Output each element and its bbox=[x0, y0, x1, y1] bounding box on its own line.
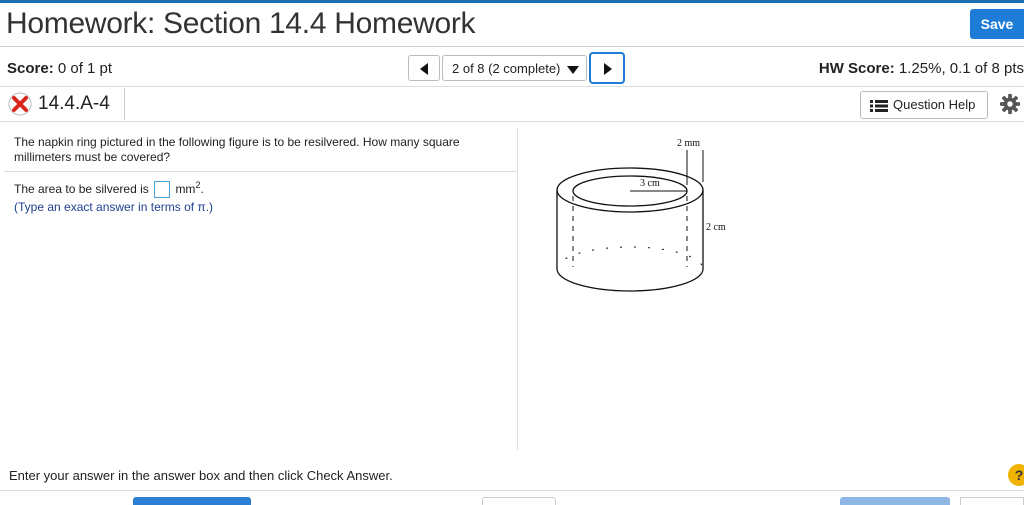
bottom-button-group[interactable] bbox=[960, 497, 1024, 505]
thickness-label: 2 mm bbox=[677, 138, 700, 149]
previous-question-button[interactable] bbox=[408, 55, 440, 81]
question-selector[interactable]: 2 of 8 (2 complete) bbox=[442, 55, 587, 81]
footer-instruction: Enter your answer in the answer box and … bbox=[9, 468, 393, 483]
help-icon[interactable]: ? bbox=[1008, 464, 1024, 486]
incorrect-x-icon bbox=[8, 92, 32, 116]
hw-score-display: HW Score: 1.25%, 0.1 of 8 pts bbox=[819, 60, 1024, 77]
check-answer-button[interactable] bbox=[840, 497, 950, 505]
answer-hint: (Type an exact answer in terms of π.) bbox=[14, 200, 214, 214]
question-position-label: 2 of 8 (2 complete) bbox=[452, 61, 561, 76]
divider bbox=[0, 490, 1024, 491]
answer-input[interactable] bbox=[154, 181, 171, 199]
answer-line: The area to be silvered is mm2. bbox=[14, 180, 204, 199]
height-label: 2 cm bbox=[706, 222, 726, 233]
bottom-secondary-button[interactable] bbox=[482, 497, 556, 505]
page-title: Homework: Section 14.4 Homework bbox=[6, 7, 476, 40]
question-help-button[interactable]: Question Help bbox=[860, 91, 988, 119]
divider bbox=[4, 171, 517, 172]
question-tab: 14.4.A-4 bbox=[4, 88, 125, 120]
question-help-label: Question Help bbox=[893, 97, 976, 112]
answer-prefix: The area to be silvered is bbox=[14, 182, 149, 196]
bottom-primary-button[interactable] bbox=[133, 497, 251, 505]
hw-score-label: HW Score: bbox=[818, 60, 895, 77]
next-question-button[interactable] bbox=[589, 52, 625, 84]
question-text: The napkin ring pictured in the followin… bbox=[14, 135, 460, 164]
score-label: Score: bbox=[7, 60, 54, 77]
divider bbox=[0, 46, 1024, 47]
caret-down-icon bbox=[567, 66, 579, 74]
gear-icon[interactable] bbox=[999, 93, 1021, 115]
score-value: 0 of 1 pt bbox=[57, 60, 113, 77]
question-id: 14.4.A-4 bbox=[38, 93, 110, 114]
panel-divider bbox=[517, 128, 518, 450]
diameter-label: 3 cm bbox=[640, 178, 660, 189]
hw-score-value: 1.25%, 0.1 of 8 pts bbox=[898, 60, 1024, 77]
save-button[interactable]: Save bbox=[970, 9, 1024, 39]
napkin-ring-figure: 2 mm 3 cm 2 cm bbox=[556, 138, 726, 292]
score-display: Score: 0 of 1 pt bbox=[7, 60, 112, 77]
divider bbox=[0, 121, 1024, 122]
bottom-toolbar-fragment bbox=[9, 497, 119, 505]
divider bbox=[0, 86, 1024, 87]
answer-unit: mm2. bbox=[175, 180, 204, 196]
top-accent-bar bbox=[0, 0, 1024, 3]
list-icon bbox=[870, 100, 888, 112]
